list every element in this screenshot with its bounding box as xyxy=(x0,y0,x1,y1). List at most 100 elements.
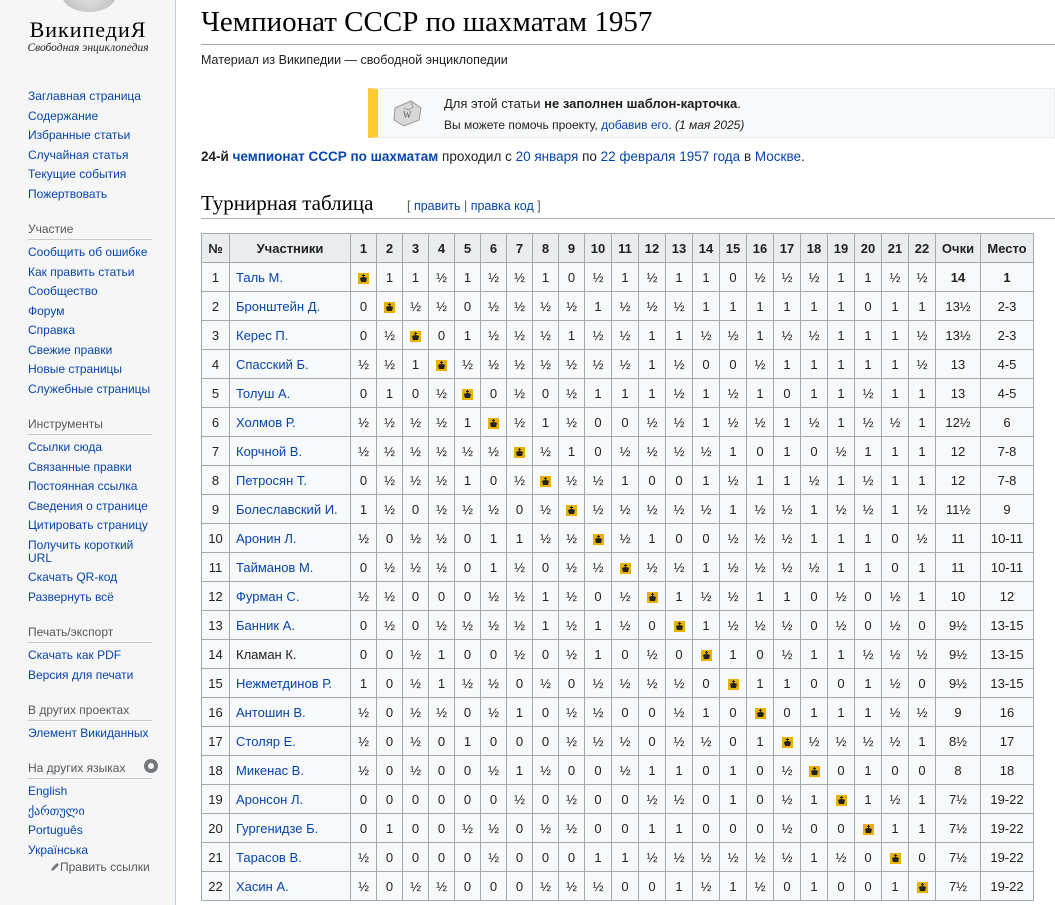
player-link[interactable]: Столяр Е. xyxy=(236,734,296,749)
result-cell: 0 xyxy=(402,581,429,611)
player-name-cell: Тайманов М. xyxy=(229,552,351,582)
tools-link[interactable]: Ссылки сюда xyxy=(28,440,102,454)
chess-king-icon xyxy=(646,591,658,603)
chess-king-icon xyxy=(488,417,499,429)
edit-source-link[interactable]: правка код xyxy=(471,199,534,213)
language-link[interactable]: Українська xyxy=(28,843,88,857)
column-header: Место xyxy=(980,233,1034,263)
result-cell: ½ xyxy=(719,465,747,495)
championship-link[interactable]: чемпионат СССР по шахматам xyxy=(233,149,439,164)
rank-cell: 15 xyxy=(201,668,230,698)
player-name-cell: Тарасов В. xyxy=(229,842,351,872)
print-link[interactable]: Скачать как PDF xyxy=(28,648,121,662)
edit-interlanguage-links[interactable]: Править ссылки xyxy=(50,860,150,874)
language-link[interactable]: English xyxy=(28,784,67,798)
wikipedia-logo[interactable]: ВикипедиЯ Свободная энциклопедия xyxy=(0,0,176,60)
player-link[interactable]: Тайманов М. xyxy=(236,560,313,575)
player-link[interactable]: Тарасов В. xyxy=(236,850,302,865)
place-cell: 12 xyxy=(980,581,1034,611)
player-name-cell: Толуш А. xyxy=(229,378,351,408)
participation-portal: Участие Сообщить об ошибке Как править ст… xyxy=(28,222,152,402)
player-name-cell: Банник А. xyxy=(229,610,351,640)
lead-ordinal: 24-й xyxy=(201,149,233,164)
player-link[interactable]: Микенас В. xyxy=(236,763,304,778)
projects-list: Элемент Викиданных xyxy=(28,727,152,740)
result-cell: 1 xyxy=(881,320,909,350)
tools-item: Сведения о странице xyxy=(28,499,152,513)
player-link[interactable]: Корчной В. xyxy=(236,444,302,459)
participation-link[interactable]: Служебные страницы xyxy=(28,382,150,396)
player-link[interactable]: Таль М. xyxy=(236,270,283,285)
tools-link[interactable]: Развернуть всё xyxy=(28,590,114,604)
result-cell: 0 xyxy=(611,871,639,901)
result-cell: 1 xyxy=(402,262,429,292)
player-link[interactable]: Банник А. xyxy=(236,618,295,633)
player-link[interactable]: Антошин В. xyxy=(236,705,306,720)
column-header: 14 xyxy=(692,233,720,263)
result-cell: ½ xyxy=(908,320,936,350)
participation-link[interactable]: Новые страницы xyxy=(28,362,122,376)
tools-link[interactable]: Цитировать страницу xyxy=(28,518,148,532)
result-cell: ½ xyxy=(506,581,533,611)
player-link[interactable]: Болеславский И. xyxy=(236,502,338,517)
tools-item: Цитировать страницу xyxy=(28,519,152,532)
player-link[interactable]: Керес П. xyxy=(236,328,288,343)
participation-link[interactable]: Сообщить об ошибке xyxy=(28,245,147,259)
player-link[interactable]: Бронштейн Д. xyxy=(236,299,320,314)
participation-link[interactable]: Форум xyxy=(28,304,64,318)
result-cell: ½ xyxy=(428,871,455,901)
player-link[interactable]: Фурман С. xyxy=(236,589,299,604)
player-link[interactable]: Хасин А. xyxy=(236,879,289,894)
player-link[interactable]: Холмов Р. xyxy=(236,415,296,430)
print-link[interactable]: Версия для печати xyxy=(28,668,133,682)
self-cell xyxy=(350,262,377,292)
projects-link[interactable]: Элемент Викиданных xyxy=(28,726,149,740)
tools-item: Связанные правки xyxy=(28,460,152,474)
rank-cell: 3 xyxy=(201,320,230,350)
player-link[interactable]: Толуш А. xyxy=(236,386,290,401)
participation-link[interactable]: Как править статьи xyxy=(28,265,134,279)
tools-link[interactable]: Получить короткий URL xyxy=(28,538,133,565)
result-cell: 1 xyxy=(800,871,828,901)
participation-link[interactable]: Свежие правки xyxy=(28,343,112,357)
player-link[interactable]: Петросян Т. xyxy=(236,473,307,488)
language-link[interactable]: ქართული xyxy=(28,804,85,818)
result-cell: ½ xyxy=(692,581,720,611)
edit-section-link[interactable]: править xyxy=(414,199,461,213)
result-cell: ½ xyxy=(665,668,693,698)
gear-icon[interactable] xyxy=(144,759,158,773)
add-infobox-link[interactable]: добавив его xyxy=(601,118,668,132)
language-link[interactable]: Português xyxy=(28,823,83,837)
tools-link[interactable]: Сведения о странице xyxy=(28,499,148,513)
year-link[interactable]: 1957 года xyxy=(679,149,740,164)
player-link[interactable]: Гургенидзе Б. xyxy=(236,821,318,836)
result-cell: ½ xyxy=(558,378,585,408)
result-cell: 0 xyxy=(584,813,612,843)
result-cell: 0 xyxy=(908,610,936,640)
place-cell: 10-11 xyxy=(980,523,1034,553)
player-link[interactable]: Нежметдинов Р. xyxy=(236,676,332,691)
nav-link[interactable]: Заглавная страница xyxy=(28,89,141,103)
nav-link[interactable]: Пожертвовать xyxy=(28,187,107,201)
end-date-link[interactable]: 22 февраля xyxy=(601,149,676,164)
nav-link[interactable]: Случайная статья xyxy=(28,148,128,162)
player-link[interactable]: Аронин Л. xyxy=(236,531,297,546)
result-cell: ½ xyxy=(506,639,533,669)
tools-link[interactable]: Скачать QR-код xyxy=(28,570,117,584)
moscow-link[interactable]: Москве xyxy=(755,149,801,164)
nav-link[interactable]: Текущие события xyxy=(28,167,126,181)
nav-link[interactable]: Избранные статьи xyxy=(28,128,130,142)
result-cell: 1 xyxy=(719,639,747,669)
start-date-link[interactable]: 20 января xyxy=(516,149,579,164)
participation-link[interactable]: Справка xyxy=(28,323,75,337)
result-cell: 0 xyxy=(350,378,377,408)
participation-link[interactable]: Сообщество xyxy=(28,284,98,298)
player-link[interactable]: Спасский Б. xyxy=(236,357,309,372)
player-link[interactable]: Аронсон Л. xyxy=(236,792,303,807)
nav-link[interactable]: Содержание xyxy=(28,109,98,123)
result-cell: ½ xyxy=(454,813,481,843)
tools-link[interactable]: Постоянная ссылка xyxy=(28,479,137,493)
player-link[interactable]: Кламан К. xyxy=(236,647,297,662)
result-cell: 0 xyxy=(558,755,585,785)
tools-link[interactable]: Связанные правки xyxy=(28,460,132,474)
